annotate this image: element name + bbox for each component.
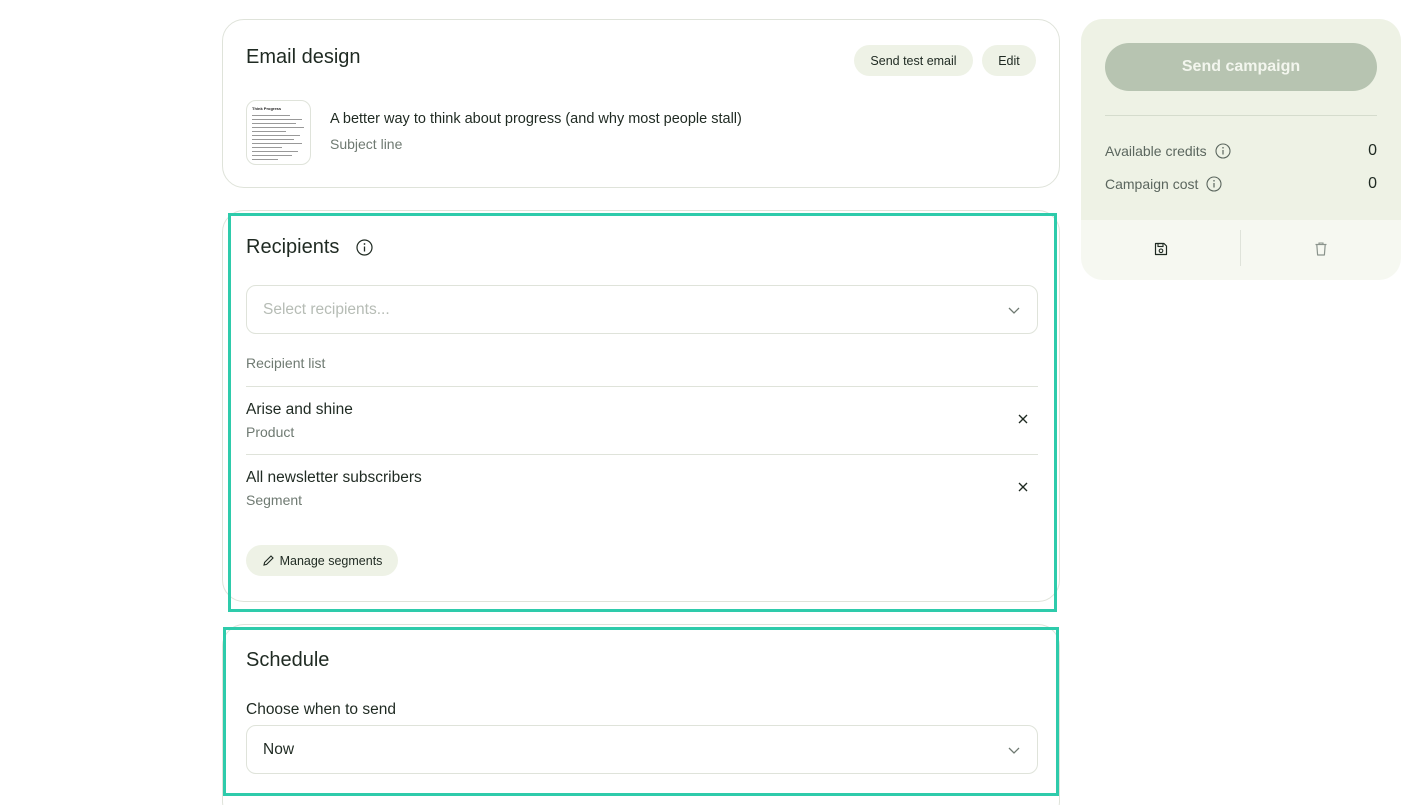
email-design-title: Email design [246,46,361,68]
select-recipients-dropdown[interactable]: Select recipients... [246,285,1038,334]
list-item: All newsletter subscribers Segment [246,455,1038,515]
campaign-cost-value: 0 [1368,175,1377,192]
chevron-down-icon [1008,307,1020,314]
thumbnail-title: Think Progress [252,106,282,111]
choose-when-label: Choose when to send [246,701,396,718]
recipient-name: All newsletter subscribers [246,469,422,486]
manage-segments-label: Manage segments [279,553,383,568]
recipient-list-label: Recipient list [246,355,326,371]
select-recipients-placeholder: Select recipients... [263,300,390,318]
send-campaign-button[interactable]: Send campaign [1105,43,1377,91]
campaign-sidebar: Send campaign Available credits 0 Campai… [1081,19,1401,280]
trash-icon [1315,242,1326,256]
manage-segments-button[interactable]: Manage segments [246,545,398,576]
schedule-card: Schedule Choose when to send Now [222,624,1060,805]
recipients-info-icon[interactable] [356,239,373,256]
recipients-title: Recipients [246,236,340,258]
info-icon[interactable] [1206,176,1222,192]
subject-line-label: Subject line [330,136,403,152]
save-button[interactable] [1081,220,1240,278]
campaign-cost-row: Campaign cost 0 [1105,174,1377,194]
schedule-select[interactable]: Now [246,725,1038,774]
available-credits-label: Available credits [1105,143,1207,159]
list-item: Arise and shine Product [246,387,1038,447]
subject-text: A better way to think about progress (an… [330,111,742,127]
recipient-type: Segment [246,492,303,508]
recipient-name: Arise and shine [246,401,353,418]
pencil-icon [262,555,274,566]
close-icon[interactable] [1018,414,1028,424]
email-design-card: Email design Send test email Edit Think … [222,19,1060,188]
delete-button[interactable] [1241,220,1400,278]
recipients-card: Recipients Select recipients... Recipien… [222,210,1060,602]
schedule-selected-value: Now [263,740,295,758]
recipient-type: Product [246,424,295,440]
email-thumbnail[interactable]: Think Progress [246,100,311,165]
schedule-title: Schedule [246,649,330,671]
available-credits-value: 0 [1368,142,1377,159]
available-credits-row: Available credits 0 [1105,141,1377,161]
info-icon[interactable] [1215,143,1231,159]
save-icon [1154,242,1167,256]
chevron-down-icon [1008,747,1020,754]
edit-button[interactable]: Edit [982,45,1036,76]
campaign-cost-label: Campaign cost [1105,176,1199,192]
close-icon[interactable] [1018,482,1028,492]
send-test-email-button[interactable]: Send test email [854,45,973,76]
